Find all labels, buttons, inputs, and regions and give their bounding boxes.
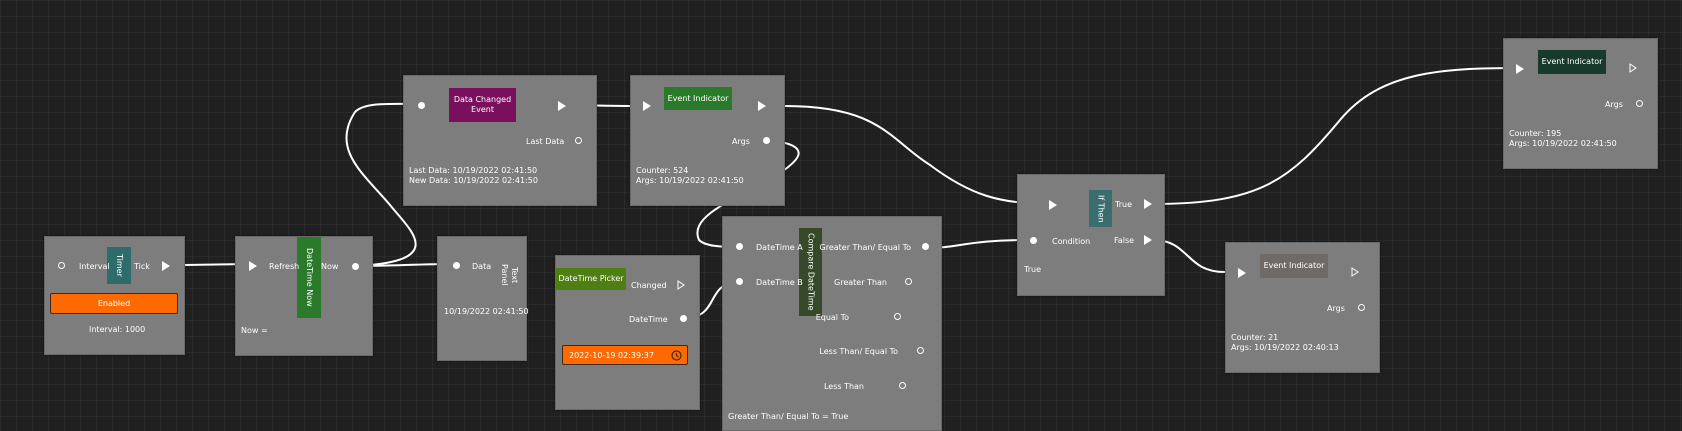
- args-output-port[interactable]: [763, 137, 770, 144]
- compare-datetime-title: Compare DateTime: [799, 228, 822, 316]
- event-indicator-mid-node[interactable]: Event Indicator Args Counter: 524 Args: …: [630, 75, 785, 206]
- true-output-label: True: [1115, 200, 1132, 209]
- if-then-input-play-icon[interactable]: [1049, 200, 1057, 210]
- if-then-status: True: [1024, 265, 1041, 274]
- tick-output-play-icon[interactable]: [162, 261, 170, 271]
- now-output-port[interactable]: [352, 263, 359, 270]
- event-indicator-top-args: Args: 10/19/2022 02:41:50: [1509, 139, 1617, 148]
- datetime-output-port[interactable]: [680, 315, 687, 322]
- event-indicator-top-counter: Counter: 195: [1509, 129, 1562, 138]
- event-indicator-top-args-label: Args: [1605, 100, 1623, 109]
- event-indicator-bottom-args-label: Args: [1327, 304, 1345, 313]
- if-then-node[interactable]: If Then Condition True False True: [1017, 174, 1165, 296]
- datetime-output-label: DateTime: [629, 315, 668, 324]
- interval-input-label: Interval: [79, 262, 110, 271]
- changed-output-label: Changed: [631, 281, 667, 290]
- datetime-picker-node[interactable]: DateTime Picker Changed DateTime 2022-10…: [555, 255, 700, 410]
- datetime-now-status: Now =: [241, 326, 268, 335]
- tick-output-label: Tick: [134, 262, 150, 271]
- event-indicator-bottom-args-port[interactable]: [1358, 304, 1365, 311]
- datetime-picker-title: DateTime Picker: [556, 268, 626, 290]
- datetime-input-value: 2022-10-19 02:39:37: [569, 350, 654, 360]
- clock-icon[interactable]: [671, 350, 682, 361]
- datetime-a-input-port[interactable]: [736, 243, 743, 250]
- event-indicator-mid-title: Event Indicator: [664, 87, 732, 110]
- event-indicator-bottom-input-play-icon[interactable]: [1238, 268, 1246, 278]
- equal-output-label: Equal To: [815, 313, 849, 322]
- event-indicator-top-args-port[interactable]: [1636, 100, 1643, 107]
- wire-true-to-event-indicator-top: [1152, 67, 1521, 205]
- refresh-input-label: Refresh: [269, 262, 300, 271]
- event-indicator-top-title: Event Indicator: [1538, 50, 1606, 74]
- less-equal-output-port[interactable]: [917, 347, 924, 354]
- if-then-title: If Then: [1089, 190, 1112, 227]
- event-indicator-mid-counter: Counter: 524: [636, 166, 689, 175]
- greater-output-port[interactable]: [905, 278, 912, 285]
- event-indicator-bottom-counter: Counter: 21: [1231, 333, 1279, 342]
- datetime-now-title: DateTime Now: [297, 237, 321, 318]
- event-indicator-mid-args: Args: 10/19/2022 02:41:50: [636, 176, 744, 185]
- datetime-now-node[interactable]: DateTime Now Refresh Now Now =: [235, 236, 373, 356]
- data-changed-node[interactable]: Data Changed Event Last Data Last Data: …: [403, 75, 597, 206]
- true-output-play-icon[interactable]: [1144, 199, 1152, 209]
- condition-input-port[interactable]: [1030, 237, 1037, 244]
- interval-input-port[interactable]: [58, 262, 65, 269]
- data-input-label: Data: [472, 262, 492, 271]
- false-output-play-icon[interactable]: [1144, 235, 1152, 245]
- wire-event-args-to-ifthen-true: [784, 105, 1051, 205]
- args-output-label: Args: [732, 137, 750, 146]
- greater-equal-output-port[interactable]: [922, 243, 929, 250]
- text-panel-value: 10/19/2022 02:41:50: [444, 307, 529, 316]
- greater-equal-output-label: Greater Than/ Equal To: [819, 243, 912, 252]
- datetime-a-input-label: DateTime A: [756, 243, 803, 252]
- event-indicator-mid-output-play-icon[interactable]: [758, 101, 766, 111]
- last-data-output-port[interactable]: [575, 137, 582, 144]
- less-output-port[interactable]: [899, 382, 906, 389]
- event-indicator-bottom-node[interactable]: Event Indicator Args Counter: 21 Args: 1…: [1225, 242, 1380, 373]
- data-input-port[interactable]: [453, 262, 460, 269]
- less-equal-output-label: Less Than/ Equal To: [819, 347, 898, 356]
- enabled-button[interactable]: Enabled: [50, 293, 178, 314]
- datetime-b-input-port[interactable]: [736, 278, 743, 285]
- event-indicator-top-input-play-icon[interactable]: [1516, 64, 1524, 74]
- data-changed-title: Data Changed Event: [449, 88, 516, 122]
- timer-title: Timer: [107, 247, 131, 284]
- text-panel-node[interactable]: Text Panel Data 10/19/2022 02:41:50: [437, 236, 529, 361]
- event-indicator-bottom-title: Event Indicator: [1260, 254, 1328, 278]
- data-changed-status-last: Last Data: 10/19/2022 02:41:50: [409, 166, 538, 175]
- less-output-label: Less Than: [823, 382, 864, 391]
- data-changed-status-new: New Data: 10/19/2022 02:41:50: [409, 176, 538, 185]
- timer-node[interactable]: Timer Interval Tick Enabled Interval: 10…: [44, 236, 185, 355]
- greater-output-label: Greater Than: [834, 278, 887, 287]
- last-data-output-label: Last Data: [526, 137, 565, 146]
- datetime-b-input-label: DateTime B: [756, 278, 803, 287]
- equal-output-port[interactable]: [894, 313, 901, 320]
- refresh-input-play-icon[interactable]: [249, 261, 257, 271]
- compare-datetime-status: Greater Than/ Equal To = True: [728, 412, 849, 421]
- event-indicator-bottom-output-play-outline-icon[interactable]: [1351, 267, 1359, 277]
- data-changed-input-port[interactable]: [418, 102, 425, 109]
- event-indicator-top-output-play-outline-icon[interactable]: [1629, 63, 1637, 73]
- condition-input-label: Condition: [1052, 237, 1091, 246]
- false-output-label: False: [1114, 236, 1135, 245]
- changed-output-play-outline-icon[interactable]: [677, 280, 685, 290]
- event-indicator-bottom-args: Args: 10/19/2022 02:40:13: [1231, 343, 1339, 352]
- datetime-input[interactable]: 2022-10-19 02:39:37: [562, 345, 688, 365]
- timer-status: Interval: 1000: [89, 325, 146, 334]
- text-panel-title: Text Panel: [500, 264, 519, 286]
- event-indicator-mid-input-play-icon[interactable]: [643, 101, 651, 111]
- now-output-label: Now: [321, 262, 339, 271]
- data-changed-output-play-icon[interactable]: [558, 101, 566, 111]
- compare-datetime-node[interactable]: Compare DateTime DateTime A DateTime B G…: [722, 216, 942, 431]
- event-indicator-top-node[interactable]: Event Indicator Args Counter: 195 Args: …: [1503, 38, 1658, 169]
